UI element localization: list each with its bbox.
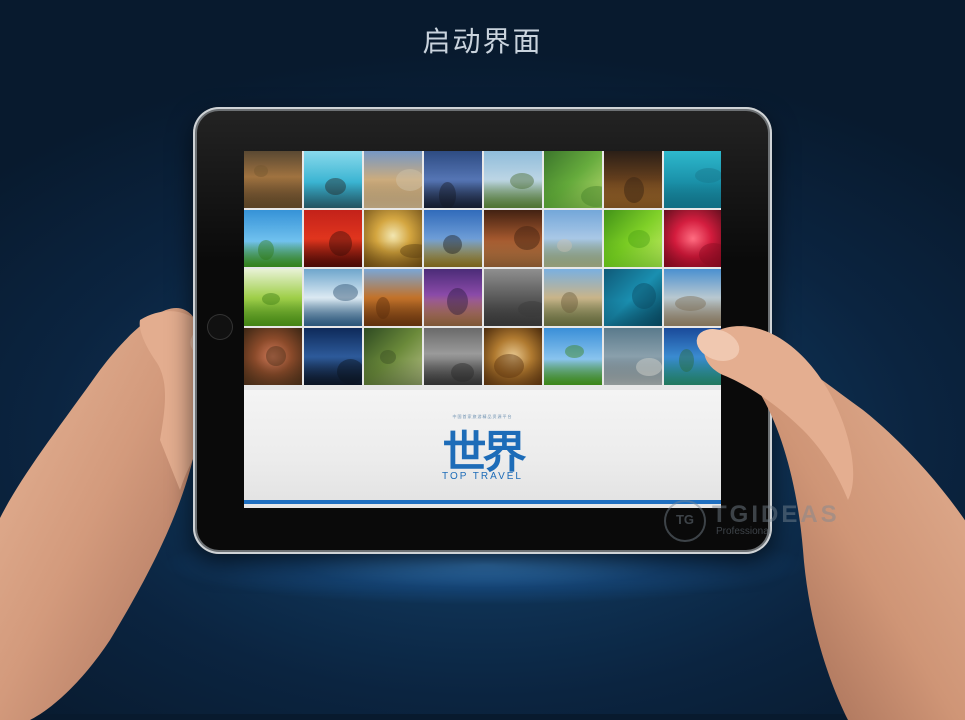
watermark: TG TGIDEAS Professional: [664, 500, 874, 542]
coast-dusk-photo: [424, 151, 482, 208]
cloud-meadow-photo: [544, 328, 602, 385]
sprout-photo: [244, 269, 302, 326]
plant-rock-photo: [484, 269, 542, 326]
chameleon-photo: [544, 151, 602, 208]
plaza-building-photo: [364, 151, 422, 208]
cloud-tree-photo: [244, 210, 302, 267]
wave-splash-photo: [304, 269, 362, 326]
rock-formation-photo: [364, 269, 422, 326]
logo-area: 中国首家旅游精品资源平台 世界 TOP TRAVEL: [244, 390, 721, 504]
road-sign-photo: [424, 210, 482, 267]
castle-walls-photo: [244, 151, 302, 208]
red-flower-photo: [664, 210, 721, 267]
water-drops-photo: [604, 269, 662, 326]
watermark-logo-icon: TG: [664, 500, 706, 542]
splash-screen: 中国首家旅游精品资源平台 世界 TOP TRAVEL: [244, 151, 721, 508]
tablet-device: 中国首家旅游精品资源平台 世界 TOP TRAVEL: [193, 107, 772, 554]
underwater-turtle-photo: [664, 151, 721, 208]
compass-photo: [484, 328, 542, 385]
wheat-field-photo: [424, 328, 482, 385]
beach-couple-photo: [304, 151, 362, 208]
seal-photo: [604, 328, 662, 385]
page-title: 启动界面: [422, 25, 543, 58]
app-logo-subtitle: TOP TRAVEL: [442, 471, 523, 482]
city-night-bridge-photo: [424, 269, 482, 326]
tree-field-photo: [484, 151, 542, 208]
castle-photo: [544, 210, 602, 267]
dragonfly-photo: [364, 328, 422, 385]
dandelion-photo: [364, 210, 422, 267]
home-button[interactable]: [207, 314, 233, 340]
watermark-text: TGIDEAS: [712, 501, 840, 528]
monastery-photo: [544, 269, 602, 326]
arches-photo: [484, 210, 542, 267]
frog-leaf-photo: [604, 210, 662, 267]
anemone-photo: [244, 328, 302, 385]
accent-bar: [244, 500, 721, 504]
candles-photo: [604, 151, 662, 208]
watermark-subtitle: Professional: [716, 526, 772, 537]
red-umbrella-photo: [304, 210, 362, 267]
photo-grid: [244, 151, 721, 385]
city-skyline-photo: [304, 328, 362, 385]
